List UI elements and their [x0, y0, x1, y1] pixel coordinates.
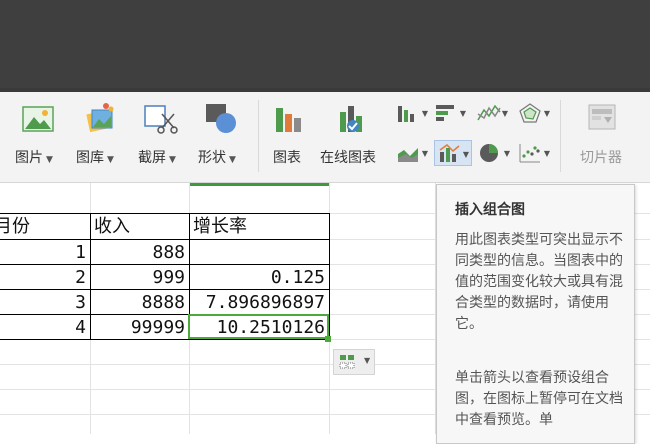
- screenshot-label: 截屏: [138, 150, 166, 166]
- header-cell-growth[interactable]: 增长率: [193, 215, 247, 239]
- quick-analysis-icon: [339, 355, 355, 369]
- chevron-down-icon: ▼: [543, 109, 550, 118]
- online-chart-icon: [340, 106, 362, 132]
- ribbon-separator: [560, 100, 561, 172]
- insert-ribbon: 图片 ▼ 图库 ▼ 截屏 ▼ 形状 ▼ 图表 在线图表 ▼ ▼ ▼ ▼ ▼ ▼ …: [0, 92, 650, 183]
- cell-growth[interactable]: [189, 241, 325, 265]
- tooltip-hint: 单击箭头以查看预设组合图，在图标上暂停可在文档中查看预览。单: [455, 370, 623, 428]
- header-cell-income[interactable]: 收入: [94, 215, 130, 239]
- chevron-down-icon: ▼: [229, 155, 236, 165]
- selected-column-indicator: [189, 183, 329, 186]
- online-chart-label: 在线图表: [320, 150, 376, 166]
- chevron-down-icon: ▼: [169, 155, 176, 165]
- fill-handle[interactable]: [325, 336, 331, 342]
- shapes-button[interactable]: 形状 ▼: [194, 98, 250, 172]
- slicer-label: 切片器: [580, 150, 622, 166]
- scatter-chart-dropdown[interactable]: ▼: [516, 140, 550, 166]
- title-bar: [0, 0, 650, 88]
- column-chart-icon: [398, 106, 414, 122]
- horizontal-bar-chart-icon: [436, 105, 454, 121]
- cell-growth[interactable]: 7.896896897: [189, 291, 325, 315]
- screenshot-button[interactable]: 截屏 ▼: [134, 98, 188, 172]
- line-chart-icon: [477, 104, 501, 121]
- tooltip-description: 用此图表类型可突出显示不同类型的信息。当图表中的值的范围变化较大或具有混合类型的…: [455, 232, 623, 332]
- combo-chart-tooltip: 插入组合图 用此图表类型可突出显示不同类型的信息。当图表中的值的范围变化较大或具…: [436, 184, 635, 444]
- area-chart-icon: [398, 148, 418, 162]
- cell-income[interactable]: 8888: [90, 291, 185, 315]
- cell-month[interactable]: 1: [0, 241, 86, 265]
- quick-analysis-button[interactable]: ▼: [333, 349, 375, 375]
- slicer-icon: [588, 104, 616, 130]
- line-chart-dropdown[interactable]: ▼: [474, 100, 508, 126]
- slicer-button[interactable]: 切片器: [572, 98, 636, 172]
- table-border: [329, 213, 330, 340]
- radar-chart-dropdown[interactable]: ▼: [516, 100, 550, 126]
- shapes-icon: [206, 104, 236, 133]
- gallery-label: 图库: [76, 150, 104, 166]
- combo-chart-dropdown[interactable]: ▼: [434, 140, 472, 166]
- chevron-down-icon: ▼: [503, 149, 510, 158]
- chevron-down-icon: ▼: [364, 356, 371, 365]
- bar-chart-icon: [276, 108, 301, 132]
- chevron-down-icon: ▼: [501, 109, 508, 118]
- cell-growth[interactable]: 0.125: [189, 266, 325, 290]
- cell-month[interactable]: 3: [0, 291, 86, 315]
- picture-label: 图片: [15, 150, 43, 166]
- gallery-icon: [86, 103, 114, 133]
- shapes-label: 形状: [198, 150, 226, 166]
- bar-chart-dropdown[interactable]: ▼: [432, 100, 466, 126]
- chevron-down-icon: ▼: [421, 109, 428, 118]
- cell-income[interactable]: 99999: [90, 316, 185, 340]
- pie-chart-dropdown[interactable]: ▼: [476, 140, 510, 166]
- picture-icon: [22, 106, 54, 132]
- chevron-down-icon: ▼: [46, 155, 53, 165]
- cell-income[interactable]: 999: [90, 266, 185, 290]
- chart-button[interactable]: 图表: [266, 98, 312, 172]
- cell-income[interactable]: 888: [90, 241, 185, 265]
- table-border: [0, 239, 330, 240]
- chevron-down-icon: ▼: [543, 149, 550, 158]
- radar-chart-icon: [519, 103, 541, 123]
- picture-button[interactable]: 图片 ▼: [12, 98, 64, 172]
- table-border: [0, 213, 330, 214]
- gallery-button[interactable]: 图库 ▼: [72, 98, 126, 172]
- pie-chart-icon: [480, 144, 498, 162]
- chevron-down-icon: ▼: [107, 155, 114, 165]
- ribbon-separator: [258, 100, 259, 172]
- chevron-down-icon: ▼: [421, 149, 428, 158]
- tooltip-title: 插入组合图: [455, 202, 525, 218]
- cell-month[interactable]: 4: [0, 316, 86, 340]
- online-chart-button[interactable]: 在线图表: [316, 98, 388, 172]
- chevron-down-icon: ▼: [462, 150, 469, 159]
- combo-chart-icon: [439, 144, 460, 162]
- scissors-icon: [144, 105, 178, 134]
- chart-label: 图表: [273, 150, 301, 166]
- active-cell-cursor: [188, 314, 329, 339]
- cell-month[interactable]: 2: [0, 266, 86, 290]
- column-chart-dropdown[interactable]: ▼: [394, 100, 428, 126]
- header-cell-month[interactable]: 月份: [0, 215, 30, 239]
- scatter-chart-icon: [519, 144, 540, 163]
- area-chart-dropdown[interactable]: ▼: [394, 140, 428, 166]
- chevron-down-icon: ▼: [459, 109, 466, 118]
